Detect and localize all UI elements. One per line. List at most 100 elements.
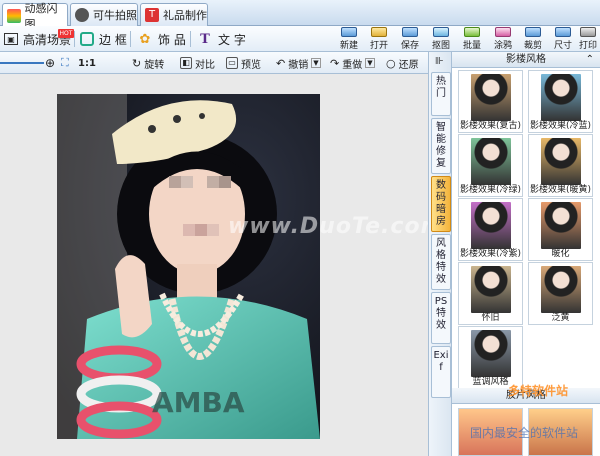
redo-button[interactable]: ↷ 重做 ▼ xyxy=(330,55,375,71)
accessory-button[interactable]: ✿ 饰 品 xyxy=(137,29,186,49)
top-tab-bar: 动感闪图 可牛拍照 T 礼品制作 xyxy=(0,0,600,31)
section-header-studio-style[interactable]: 影楼风格 ⌃ xyxy=(452,52,600,68)
category-side-tabs: ⊪ 热门 智能修复 数码暗房 风格特效 PS特效 Exif xyxy=(428,52,452,456)
edited-photo[interactable]: AMBA xyxy=(57,94,320,439)
zoom-level[interactable]: 1:1 xyxy=(78,55,96,71)
effect-label: 影楼效果(复古) xyxy=(459,121,522,131)
effect-thumb[interactable]: 暖化 xyxy=(528,198,593,261)
tool-label: 文 字 xyxy=(218,32,246,47)
effect-thumb[interactable]: 怀旧 xyxy=(458,262,523,325)
save-icon xyxy=(402,27,418,37)
doodle-button[interactable]: 涂鸦 xyxy=(488,27,518,51)
new-icon xyxy=(341,27,357,37)
effect-thumb[interactable]: 影楼效果(暖黄) xyxy=(528,134,593,197)
effect-label: 影楼效果(冷紫) xyxy=(459,249,522,259)
section-title: 影楼风格 xyxy=(506,54,546,65)
crop-button[interactable]: 裁剪 xyxy=(518,27,548,51)
divider xyxy=(74,31,75,47)
effects-panel: 影楼风格 ⌃ 影楼效果(复古) 影楼效果(冷蓝) 影楼效果(冷绿) 影楼效果(暖黄) 影… xyxy=(452,52,600,456)
side-tab-ps-effects[interactable]: PS特效 xyxy=(431,292,451,344)
effect-preview-image xyxy=(471,138,511,185)
cutout-icon xyxy=(433,27,449,37)
action-label: 新建 xyxy=(339,41,358,51)
tab-animated-gif[interactable]: 动感闪图 xyxy=(2,2,68,31)
clover-icon: ✿ xyxy=(139,31,151,47)
tab-gift-maker[interactable]: T 礼品制作 xyxy=(140,3,208,26)
action-label: 尺寸 xyxy=(553,41,572,51)
preview-button[interactable]: ▭ 预览 xyxy=(226,55,261,71)
effect-thumb[interactable]: 影楼效果(冷绿) xyxy=(458,134,523,197)
fit-button[interactable]: ⛶ xyxy=(61,55,69,71)
action-label: 打开 xyxy=(369,41,388,51)
effect-preview-image xyxy=(471,266,511,313)
divider xyxy=(190,31,191,47)
tab-label: 礼品制作 xyxy=(163,9,207,22)
action-label: 裁剪 xyxy=(523,41,542,51)
view-tool-label: 还原 xyxy=(398,59,419,71)
effect-thumb[interactable]: 影楼效果(冷蓝) xyxy=(528,70,593,133)
open-button[interactable]: 打开 xyxy=(364,27,394,51)
text-icon: T xyxy=(200,31,210,47)
restore-icon: ○ xyxy=(386,56,396,70)
view-tool-label: 预览 xyxy=(241,59,261,71)
effect-preview-image xyxy=(541,266,581,313)
frame-button[interactable]: 边 框 xyxy=(80,29,127,49)
side-tab-style-effects[interactable]: 风格特效 xyxy=(431,234,451,290)
side-tab-exif[interactable]: Exif xyxy=(431,346,451,398)
resize-icon xyxy=(555,27,571,37)
cutout-button[interactable]: 抠图 xyxy=(426,27,456,51)
divider xyxy=(130,31,131,47)
hot-badge: HOT xyxy=(58,29,74,38)
side-tab-popular[interactable]: 热门 xyxy=(431,72,451,116)
fit-icon: ⛶ xyxy=(61,56,69,69)
new-button[interactable]: 新建 xyxy=(334,27,364,51)
compare-icon: ◧ xyxy=(180,57,192,69)
site-slogan-watermark: 国内最安全的软件站 xyxy=(470,426,579,440)
redo-icon: ↷ xyxy=(330,56,340,70)
print-button[interactable]: 打印 xyxy=(576,27,600,51)
gift-icon: T xyxy=(145,8,159,22)
printer-icon xyxy=(580,27,596,37)
zoom-in-button[interactable]: ⊕ xyxy=(45,55,55,71)
effect-thumb[interactable]: 影楼效果(复古) xyxy=(458,70,523,133)
effect-thumb[interactable]: 影楼效果(冷紫) xyxy=(458,198,523,261)
effect-preview-image xyxy=(471,74,511,121)
tool-label: 饰 品 xyxy=(158,32,186,47)
tab-label: 可牛拍照 xyxy=(93,9,137,22)
zoom-slider[interactable] xyxy=(0,62,44,64)
collapse-icon[interactable]: ⌃ xyxy=(586,52,594,68)
hd-scene-button[interactable]: ▣ 高清场景 HOT xyxy=(4,29,74,49)
undo-button[interactable]: ↶ 撤销 ▼ xyxy=(276,55,321,71)
side-tab-smart-repair[interactable]: 智能修复 xyxy=(431,118,451,174)
text-button[interactable]: T 文 字 xyxy=(197,29,246,49)
chevron-down-icon[interactable]: ▼ xyxy=(365,58,375,68)
chevron-down-icon[interactable]: ▼ xyxy=(311,58,321,68)
folder-icon xyxy=(371,27,387,37)
undo-icon: ↶ xyxy=(276,56,286,70)
effect-label: 影楼效果(冷蓝) xyxy=(529,121,592,131)
crop-icon xyxy=(525,27,541,37)
tab-camera[interactable]: 可牛拍照 xyxy=(70,3,138,26)
effect-label: 暖化 xyxy=(551,249,570,259)
save-button[interactable]: 保存 xyxy=(395,27,425,51)
size-button[interactable]: 尺寸 xyxy=(548,27,578,51)
rotate-icon: ↻ xyxy=(132,56,142,70)
brush-icon xyxy=(495,27,511,37)
rotate-button[interactable]: ↻ 旋转 xyxy=(132,55,164,71)
view-toolbar: ⊕ ⛶ 1:1 ↻ 旋转 ◧ 对比 ▭ 预览 ↶ 撤销 ▼ ↷ 重做 ▼ ○ 还原 xyxy=(0,52,428,74)
effect-thumb[interactable]: 泛黄 xyxy=(528,262,593,325)
batch-button[interactable]: 批量 xyxy=(457,27,487,51)
compare-button[interactable]: ◧ 对比 xyxy=(180,55,215,71)
collapse-panel-icon[interactable]: ⊪ xyxy=(435,56,444,67)
film-icon xyxy=(7,8,21,23)
view-tool-label: 重做 xyxy=(342,59,363,71)
action-label: 涂鸦 xyxy=(493,41,512,51)
svg-text:AMBA: AMBA xyxy=(152,386,245,419)
site-watermark: 多特软件站 xyxy=(508,384,569,398)
camera-icon xyxy=(75,8,89,22)
action-label: 批量 xyxy=(462,41,481,51)
effect-thumb[interactable]: 蓝调风格 xyxy=(458,326,523,389)
restore-button[interactable]: ○ 还原 xyxy=(386,55,419,71)
side-tab-digital-darkroom[interactable]: 数码暗房 xyxy=(431,176,451,232)
watermark: www.DuoTe.com xyxy=(228,214,445,239)
